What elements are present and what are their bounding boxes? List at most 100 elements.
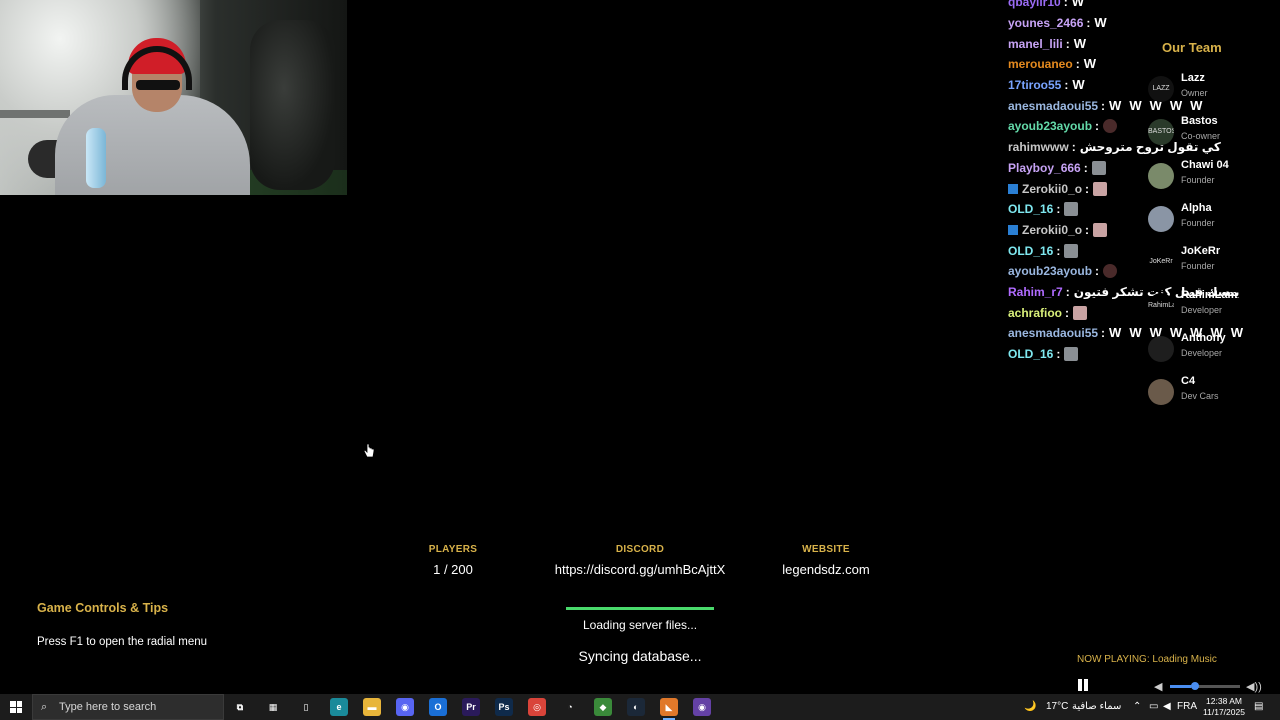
clock-time: 12:38 AM [1206,696,1242,706]
team-member-role: Dev Cars [1181,391,1219,402]
explorer-icon[interactable]: ▬ [363,698,381,716]
discord-icon[interactable]: ◉ [396,698,414,716]
chat-username[interactable]: Playboy_666 [1008,161,1081,175]
team-member-role: Founder [1181,261,1215,272]
chat-separator: : [1065,284,1070,299]
bear-emote-icon [1103,119,1118,134]
photoshop-icon[interactable]: Ps [495,698,513,716]
chat-username[interactable]: qbaylir10 [1008,0,1061,9]
notifications-icon[interactable]: ▤ [1254,694,1263,720]
chat-separator: : [1064,78,1069,93]
chat-username[interactable]: rahimwww [1008,140,1069,154]
w-emote-icon: W [1071,0,1084,10]
w-emote-icon: W [1129,325,1142,341]
avatar [1148,379,1174,406]
chat-username[interactable]: Zerokii0_o [1022,182,1082,196]
store-icon[interactable]: ▦ [264,698,282,716]
tips-title: Game Controls & Tips [37,601,169,615]
fivem-icon[interactable]: ◣ [660,698,678,720]
task-view-icon[interactable]: ⧉ [231,698,249,716]
speaker-icon[interactable]: ◀ [1163,694,1171,720]
pause-button[interactable] [1076,678,1090,692]
chat-username[interactable]: ayoub23ayoub [1008,119,1092,133]
team-member-name: Anthony [1181,331,1226,344]
language-indicator[interactable]: FRA [1177,694,1197,720]
twitch-icon[interactable]: ◉ [693,698,711,716]
chat-separator: : [1095,119,1100,134]
discord-label: DISCORD [615,544,665,555]
chat-separator: : [1101,326,1106,341]
team-member: JoKeRr JoKeRr Founder [1148,245,1268,281]
weather-temp[interactable]: 17°C [1046,694,1068,720]
avatar: BASTOS [1148,119,1174,146]
team-member: C4 Dev Cars [1148,375,1268,411]
premiere-icon[interactable]: Pr [462,698,480,716]
chat-separator: : [1085,181,1090,196]
clock-date: 11/17/2025 [1203,707,1245,717]
team-member-role: Owner [1181,88,1208,98]
chat-username[interactable]: ayoub23ayoub [1008,264,1092,278]
search-input[interactable] [59,701,219,713]
w-emote-icon: W [1109,97,1122,113]
discord-info: DISCORD https://discord.gg/umhBcAjttX [540,544,740,577]
volume-slider-thumb[interactable] [1191,682,1199,690]
chat-separator: : [1056,347,1061,362]
chat-message: younes_2466: W [1008,13,1238,34]
volume-high-icon[interactable]: ◀)) [1246,680,1262,693]
players-info: PLAYERS 1 / 200 [413,544,493,577]
pink-emote-icon [1073,305,1088,320]
chevron-up-icon[interactable]: ⌃ [1133,694,1141,720]
weather-icon[interactable]: 🌙 [1024,694,1036,720]
w-emote-icon: W [1094,15,1107,31]
chat-username[interactable]: 17tiroo55 [1008,78,1061,92]
face-emote-icon [1064,347,1079,362]
chat-username[interactable]: anesmadaoui55 [1008,99,1098,113]
motorcycle-image [250,20,335,190]
team-member-role: Developer [1181,304,1223,315]
chat-separator: : [1095,264,1100,279]
speedtest-icon[interactable]: ◔ [561,698,579,716]
steam-icon[interactable]: ◐ [627,698,645,716]
chat-username[interactable]: OLD_16 [1008,202,1053,216]
chat-separator: : [1083,160,1088,175]
chat-username[interactable]: Zerokii0_o [1022,223,1082,237]
taskbar-search[interactable]: ⌕ [32,694,224,720]
chat-username[interactable]: achrafioo [1008,306,1062,320]
team-member: Alpha Founder [1148,202,1268,238]
clock[interactable]: 12:38 AM 11/17/2025 [1196,696,1252,718]
chat-separator: : [1063,0,1068,10]
chat-username[interactable]: anesmadaoui55 [1008,326,1098,340]
chat-separator: : [1086,16,1091,31]
chat-separator: : [1056,243,1061,258]
outlook-icon[interactable]: O [429,698,447,716]
avatar [1148,335,1174,362]
chat-username[interactable]: manel_lili [1008,37,1063,51]
loading-progress-bar [566,607,714,610]
chat-username[interactable]: younes_2466 [1008,16,1083,30]
team-member: Chawi 04 Founder [1148,159,1268,195]
file-icon[interactable]: ▯ [297,698,315,716]
chat-username[interactable]: merouaneo [1008,57,1073,71]
w-emote-icon: W [1109,325,1122,341]
website-link[interactable]: legendsdz.com [766,562,886,577]
discord-link[interactable]: https://discord.gg/umhBcAjttX [540,562,740,577]
weather-text[interactable]: سماء صافية [1072,694,1121,720]
edge-icon[interactable]: e [330,698,348,716]
team-member: LAZZ Lazz Owner [1148,72,1268,108]
face-emote-icon [1091,160,1106,175]
shield-icon[interactable]: ◆ [594,698,612,716]
volume-low-icon[interactable]: ◀ [1154,680,1162,693]
chat-username[interactable]: OLD_16 [1008,244,1053,258]
chat-username[interactable]: OLD_16 [1008,347,1053,361]
chrome-icon[interactable]: ◎ [528,698,546,716]
chat-separator: : [1065,305,1070,320]
w-emote-icon: W [1083,56,1096,72]
avatar: LAZZ [1148,76,1174,102]
chat-separator: : [1101,98,1106,113]
chat-username[interactable]: Rahim_r7 [1008,285,1063,299]
volume-slider[interactable] [1170,682,1240,690]
team-member-role: Founder [1181,217,1215,228]
water-bottle-image [86,128,106,188]
network-icon[interactable]: ▭ [1149,694,1158,720]
start-button[interactable] [0,694,32,720]
